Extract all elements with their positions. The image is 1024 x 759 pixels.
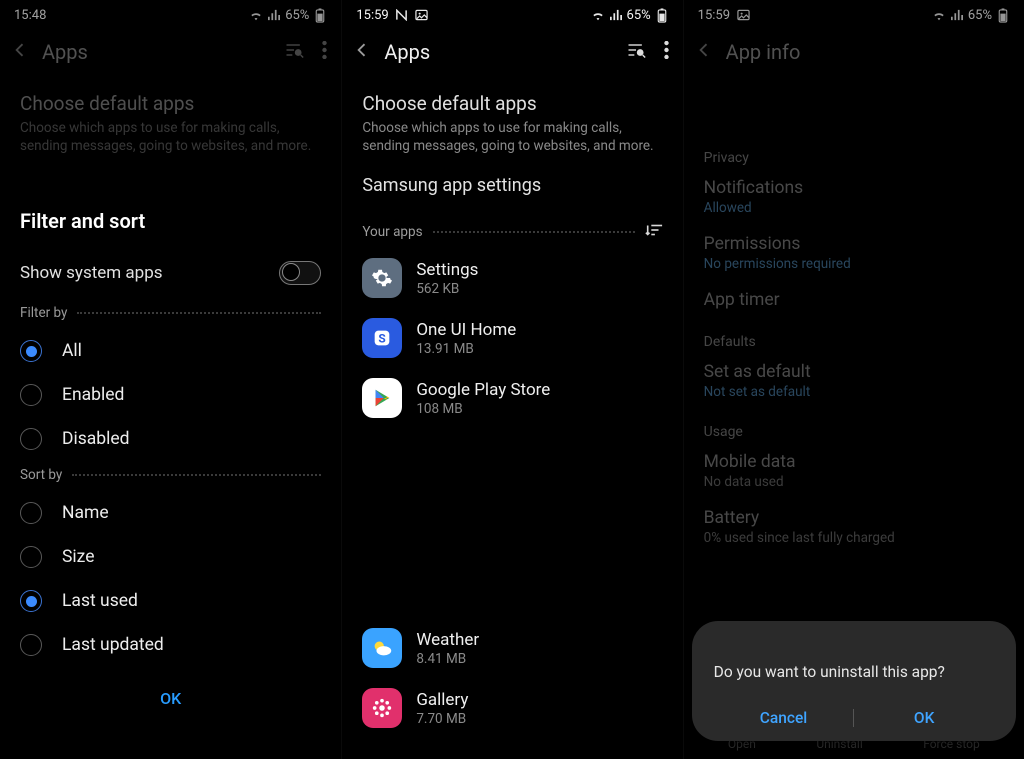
dialog-ok-button[interactable]: OK [854, 709, 994, 727]
back-icon[interactable] [10, 40, 30, 64]
wifi-icon [932, 8, 946, 22]
app-row-settings[interactable]: Settings 562 KB [342, 248, 682, 308]
filter-enabled[interactable]: Enabled [0, 373, 341, 417]
apps-header: Apps [342, 30, 682, 80]
row-notifications[interactable]: Notifications Allowed [684, 170, 1024, 226]
app-row-oneui[interactable]: S One UI Home 13.91 MB [342, 308, 682, 368]
signal-icon [950, 8, 964, 22]
sort-name[interactable]: Name [0, 491, 341, 535]
filter-all[interactable]: All [0, 329, 341, 373]
signal-icon [267, 8, 281, 22]
status-time: 15:59 [698, 8, 730, 23]
nfc-icon [395, 8, 409, 22]
pane-apps-list: 15:59 65% Apps Choose default apps Choos… [341, 0, 682, 759]
cat-defaults: Defaults [684, 320, 1024, 354]
battery-icon [996, 8, 1010, 22]
filter-disabled[interactable]: Disabled [0, 417, 341, 461]
cat-usage: Usage [684, 410, 1024, 444]
search-list-icon[interactable] [284, 41, 304, 63]
battery-pct: 65% [285, 8, 309, 23]
show-system-apps-row[interactable]: Show system apps [0, 247, 341, 299]
battery-icon [655, 8, 669, 22]
uninstall-dialog: Do you want to uninstall this app? Cance… [692, 621, 1016, 741]
battery-pct: 65% [627, 8, 651, 23]
more-icon[interactable] [664, 41, 669, 63]
row-battery[interactable]: Battery 0% used since last fully charged [684, 500, 1024, 556]
app-info-header: App info [684, 30, 1024, 80]
your-apps-header: Your apps [342, 210, 682, 248]
status-bar: 15:48 65% [0, 0, 341, 30]
samsung-app-settings[interactable]: Samsung app settings [342, 157, 682, 210]
svg-text:S: S [379, 332, 386, 346]
gallery-icon [362, 688, 402, 728]
dialog-cancel-button[interactable]: Cancel [714, 709, 854, 727]
weather-icon [362, 628, 402, 668]
picture-icon [736, 8, 750, 22]
sort-by-label: Sort by [0, 461, 341, 491]
settings-icon [362, 258, 402, 298]
play-icon [362, 378, 402, 418]
page-title: Apps [384, 40, 613, 64]
row-set-as-default[interactable]: Set as default Not set as default [684, 354, 1024, 410]
oneui-icon: S [362, 318, 402, 358]
pane-app-info: 15:59 65% App info Privacy Notifications… [683, 0, 1024, 759]
status-time: 15:48 [14, 8, 46, 23]
back-icon[interactable] [694, 40, 714, 64]
pane-filter-sort: 15:48 65% Apps Choose default apps Choos… [0, 0, 341, 759]
search-list-icon[interactable] [626, 41, 646, 63]
signal-icon [609, 8, 623, 22]
status-time: 15:59 [356, 8, 388, 23]
row-app-timer[interactable]: App timer [684, 282, 1024, 320]
row-mobile-data[interactable]: Mobile data No data used [684, 444, 1024, 500]
ok-button[interactable]: OK [0, 667, 341, 730]
sort-last-updated[interactable]: Last updated [0, 623, 341, 667]
wifi-icon [249, 8, 263, 22]
status-bar: 15:59 65% [684, 0, 1024, 30]
wifi-icon [591, 8, 605, 22]
filter-by-label: Filter by [0, 299, 341, 329]
choose-default-apps[interactable]: Choose default apps Choose which apps to… [342, 80, 682, 157]
filter-sort-title: Filter and sort [0, 195, 341, 237]
battery-icon [313, 8, 327, 22]
cat-privacy: Privacy [684, 136, 1024, 170]
dialog-text: Do you want to uninstall this app? [714, 643, 994, 709]
app-row-gallery[interactable]: Gallery 7.70 MB [342, 678, 682, 738]
more-icon[interactable] [322, 41, 327, 63]
apps-header: Apps [0, 30, 341, 80]
picture-icon [415, 8, 429, 22]
app-row-playstore[interactable]: Google Play Store 108 MB [342, 368, 682, 428]
row-permissions[interactable]: Permissions No permissions required [684, 226, 1024, 282]
back-icon[interactable] [352, 40, 372, 64]
page-title: App info [726, 40, 1010, 64]
show-system-apps-toggle[interactable] [279, 261, 321, 285]
sort-last-used[interactable]: Last used [0, 579, 341, 623]
status-bar: 15:59 65% [342, 0, 682, 30]
sort-size[interactable]: Size [0, 535, 341, 579]
app-row-weather[interactable]: Weather 8.41 MB [342, 618, 682, 678]
choose-default-apps[interactable]: Choose default apps Choose which apps to… [0, 80, 341, 157]
battery-pct: 65% [968, 8, 992, 23]
sort-icon[interactable] [645, 222, 663, 242]
page-title: Apps [42, 40, 272, 64]
